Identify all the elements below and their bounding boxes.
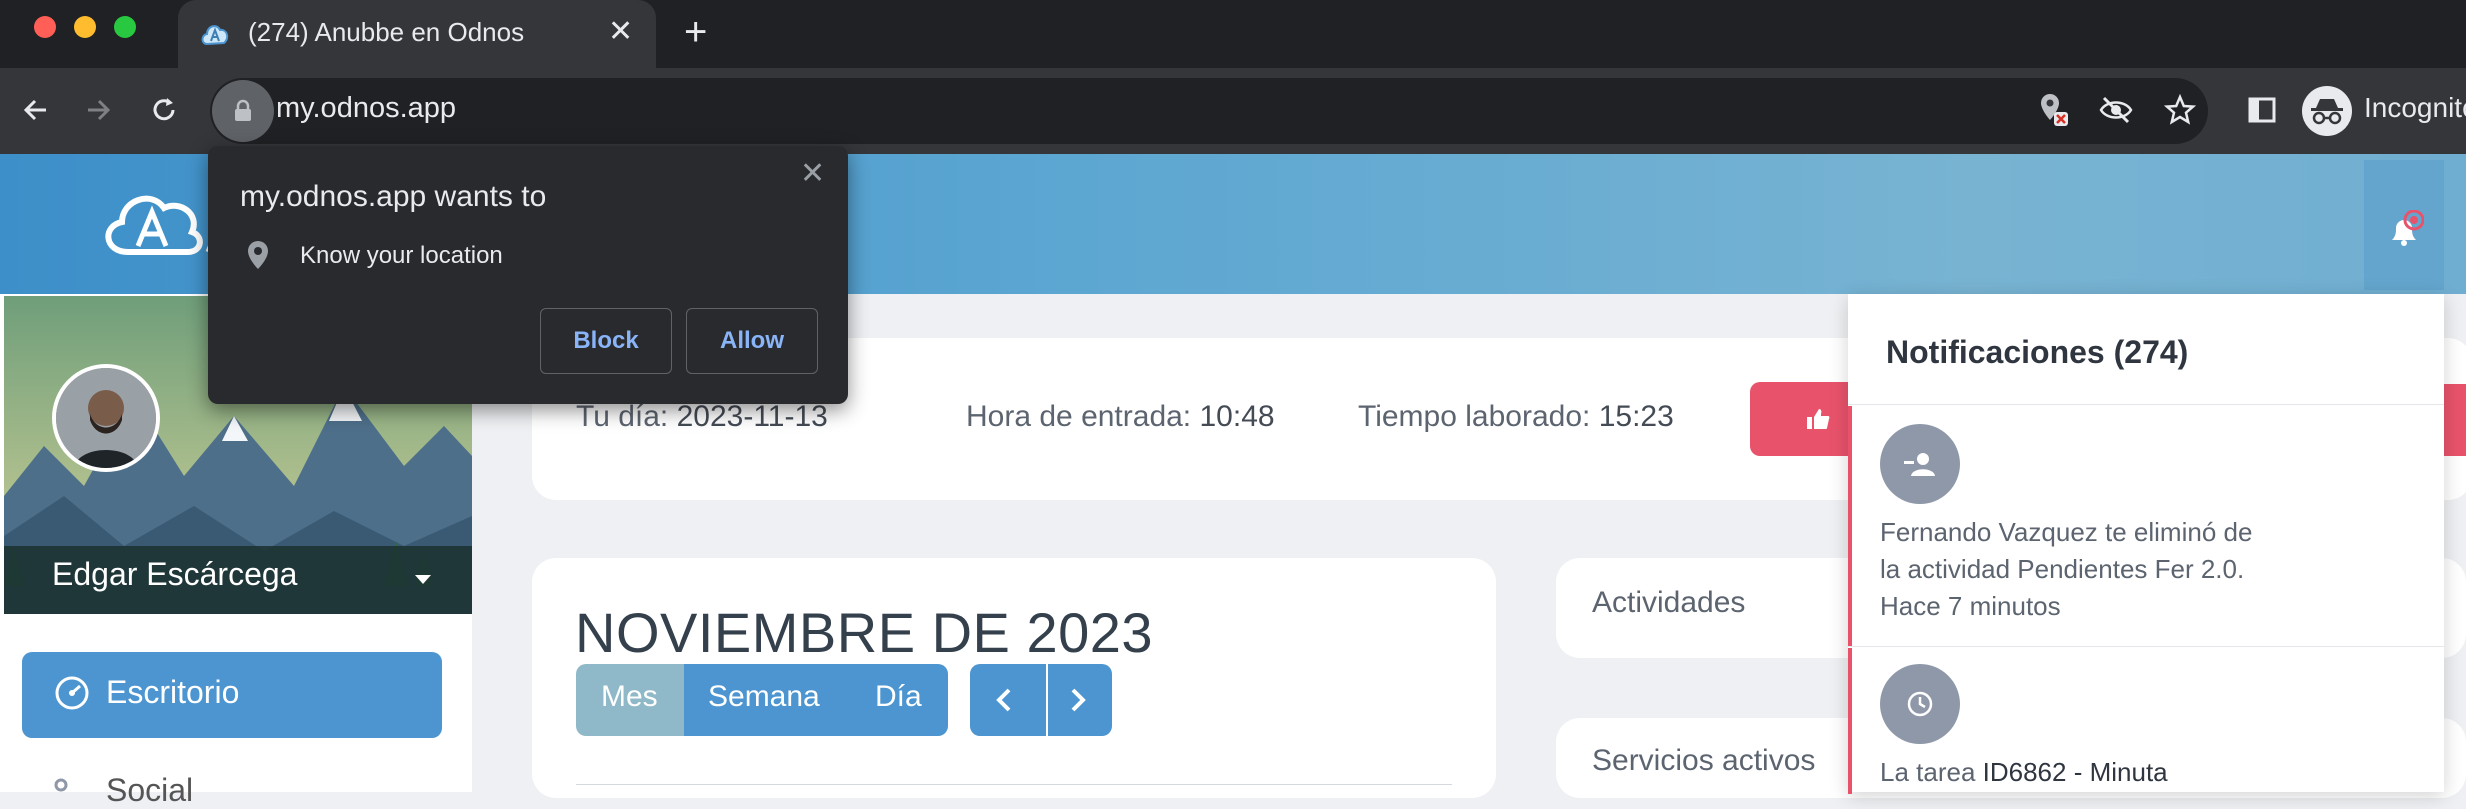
- block-button[interactable]: Block: [540, 308, 672, 374]
- bookmark-star-icon[interactable]: [2158, 88, 2202, 132]
- reload-icon[interactable]: [142, 88, 186, 132]
- notifications-toggle[interactable]: [2364, 160, 2444, 290]
- divider: [1848, 646, 2444, 647]
- url-text[interactable]: my.odnos.app: [276, 92, 456, 125]
- new-tab-icon[interactable]: +: [684, 12, 707, 52]
- close-icon[interactable]: ✕: [800, 154, 825, 194]
- dashboard-icon: [55, 676, 89, 710]
- divider: [1848, 404, 2444, 405]
- permission-item: Know your location: [300, 242, 503, 269]
- calendar-day-label[interactable]: Día: [875, 680, 922, 714]
- day-info-worked: Tiempo laborado: 15:23: [1358, 400, 1674, 433]
- close-window-button[interactable]: [34, 16, 56, 38]
- calendar-month-label[interactable]: Mes: [601, 680, 658, 714]
- social-icon: [54, 778, 68, 792]
- location-pin-icon: [248, 241, 268, 269]
- incognito-label[interactable]: Incognito: [2364, 92, 2466, 124]
- calendar-next-button[interactable]: [1048, 664, 1112, 736]
- lock-icon[interactable]: [212, 80, 274, 142]
- sidebar-item-label: Escritorio: [106, 674, 240, 710]
- avatar[interactable]: [52, 364, 160, 472]
- notification-text: Fernando Vazquez te eliminó de la activi…: [1880, 514, 2252, 625]
- tab-close-icon[interactable]: ✕: [608, 14, 633, 50]
- incognito-icon[interactable]: [2302, 86, 2352, 136]
- odnos-favicon-icon: [201, 25, 229, 46]
- calendar-week-label[interactable]: Semana: [708, 680, 820, 714]
- odnos-logo-icon: [105, 195, 220, 255]
- clock-icon: [1880, 664, 1960, 744]
- notification-text: La tarea ID6862 - Minuta: [1880, 757, 2168, 787]
- bell-icon: [2392, 210, 2424, 246]
- services-title: Servicios activos: [1592, 744, 1816, 777]
- notifications-title: Notificaciones (274): [1886, 334, 2189, 370]
- chevron-right-icon: [1071, 688, 1086, 712]
- back-icon[interactable]: [14, 88, 58, 132]
- zoom-window-button[interactable]: [114, 16, 136, 38]
- chevron-down-icon[interactable]: [414, 574, 432, 586]
- day-info-entry: Hora de entrada: 10:48: [966, 400, 1275, 433]
- calendar-prev-button[interactable]: [970, 664, 1046, 736]
- eye-off-icon[interactable]: [2094, 88, 2138, 132]
- user-name[interactable]: Edgar Escárcega: [52, 556, 297, 593]
- location-blocked-icon[interactable]: [2032, 88, 2076, 132]
- chevron-left-icon: [996, 688, 1011, 712]
- notification-time: Hace 7 minutos: [1880, 591, 2061, 621]
- day-info-day: Tu día: 2023-11-13: [576, 400, 828, 433]
- forward-icon[interactable]: [76, 88, 120, 132]
- sidebar-item-label[interactable]: Social: [106, 772, 193, 809]
- thumbs-up-icon: [1807, 409, 1830, 429]
- calendar-title: NOVIEMBRE DE 2023: [575, 601, 1154, 664]
- side-panel-icon[interactable]: [2240, 88, 2284, 132]
- address-bar[interactable]: [210, 78, 2208, 144]
- allow-button[interactable]: Allow: [686, 308, 818, 374]
- tab-title: (274) Anubbe en Odnos: [248, 17, 525, 47]
- activities-title: Actividades: [1592, 586, 1746, 619]
- user-minus-icon: [1880, 424, 1960, 504]
- minimize-window-button[interactable]: [74, 16, 96, 38]
- permission-title: my.odnos.app wants to: [240, 180, 547, 213]
